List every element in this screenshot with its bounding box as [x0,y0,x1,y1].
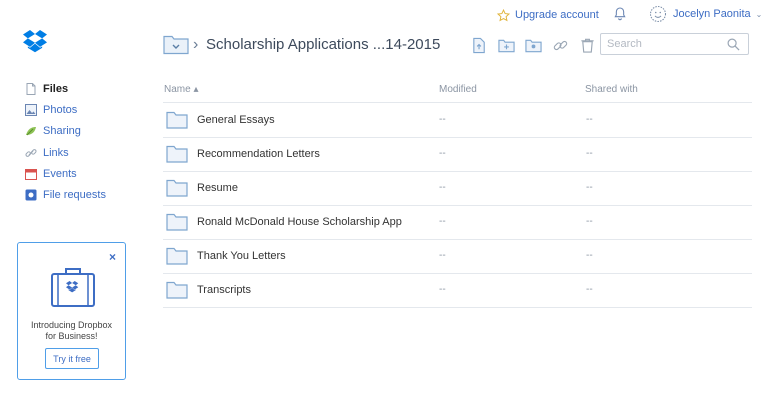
folder-icon [166,145,188,163]
folder-name: Resume [197,182,238,194]
shared-value: -- [586,216,593,227]
sidebar-item-label: File requests [43,189,106,201]
sidebar-item-label: Photos [43,104,78,116]
modified-value: -- [439,284,446,295]
trash-icon[interactable] [579,37,596,54]
modified-value: -- [439,250,446,261]
dropbox-logo[interactable] [23,30,51,54]
sidebar-item-files[interactable]: Files [25,81,68,97]
sidebar-item-label: Events [43,168,77,180]
chevron-down-icon: ⌄ [755,9,763,19]
search-input[interactable] [607,38,717,50]
shared-value: -- [586,182,593,193]
star-icon [497,8,510,21]
upgrade-account-link[interactable]: Upgrade account [497,7,599,23]
folder-name: General Essays [197,114,275,126]
share-link-icon[interactable] [552,37,569,54]
column-header-name[interactable]: Name ▴ [164,84,198,95]
sidebar-item-label: Links [43,147,69,159]
sidebar-item-events[interactable]: Events [25,166,77,182]
sidebar-item-label: Files [43,83,69,95]
table-row[interactable]: Thank You Letters -- -- [163,239,752,274]
dropbox-business-promo: × Introducing Dropbox for Business! Try … [17,242,126,380]
sharing-icon [26,127,36,136]
briefcase-icon [51,268,95,307]
file-icon [26,83,36,95]
sidebar-item-label: Sharing [43,125,81,137]
file-request-icon [25,189,37,201]
shared-value: -- [586,148,593,159]
table-row[interactable]: Resume -- -- [163,171,752,206]
promo-text: Introducing Dropbox for Business! [18,320,125,342]
user-name: Jocelyn Paonita [673,8,751,20]
new-folder-icon[interactable] [498,37,515,54]
folder-icon [166,111,188,129]
table-row[interactable]: Recommendation Letters -- -- [163,137,752,172]
modified-value: -- [439,216,446,227]
toolbar [471,36,596,54]
breadcrumb-separator: › [193,36,199,53]
table-row[interactable]: Transcripts -- -- [163,273,752,308]
notification-bell-icon[interactable] [612,6,628,22]
sidebar-item-sharing[interactable]: Sharing [25,123,81,139]
sidebar-item-file-requests[interactable]: File requests [25,187,106,203]
folder-dropdown-icon[interactable] [163,33,189,55]
shared-folder-icon[interactable] [525,37,542,54]
shared-value: -- [586,250,593,261]
user-menu[interactable]: Jocelyn Paonita ⌄ [649,5,762,23]
modified-value: -- [439,148,446,159]
link-icon [25,149,37,157]
folder-name: Thank You Letters [197,250,286,262]
table-row[interactable]: General Essays -- -- [163,103,752,138]
column-header-shared[interactable]: Shared with [585,84,638,95]
folder-name: Ronald McDonald House Scholarship App [197,216,402,228]
search-icon[interactable] [727,38,740,51]
folder-icon [166,281,188,299]
try-it-free-button[interactable]: Try it free [45,348,99,369]
upgrade-account-label: Upgrade account [515,9,599,21]
folder-icon [166,247,188,265]
photo-icon [25,104,37,116]
search-box[interactable] [600,33,749,55]
folder-name: Recommendation Letters [197,148,320,160]
promo-text-line2: for Business! [45,331,98,341]
modified-value: -- [439,182,446,193]
avatar-icon [649,5,667,23]
folder-name: Transcripts [197,284,251,296]
page-title[interactable]: Scholarship Applications ...14-2015 [206,36,440,53]
shared-value: -- [586,284,593,295]
calendar-icon [25,169,37,180]
upload-file-icon[interactable] [471,37,488,54]
folder-icon [166,179,188,197]
folder-icon [166,213,188,231]
modified-value: -- [439,114,446,125]
promo-text-line1: Introducing Dropbox [30,320,113,330]
table-row[interactable]: Ronald McDonald House Scholarship App --… [163,205,752,240]
column-header-modified[interactable]: Modified [439,84,477,95]
sidebar-item-photos[interactable]: Photos [25,102,77,118]
sidebar-item-links[interactable]: Links [25,145,69,161]
close-icon[interactable]: × [109,250,116,264]
shared-value: -- [586,114,593,125]
